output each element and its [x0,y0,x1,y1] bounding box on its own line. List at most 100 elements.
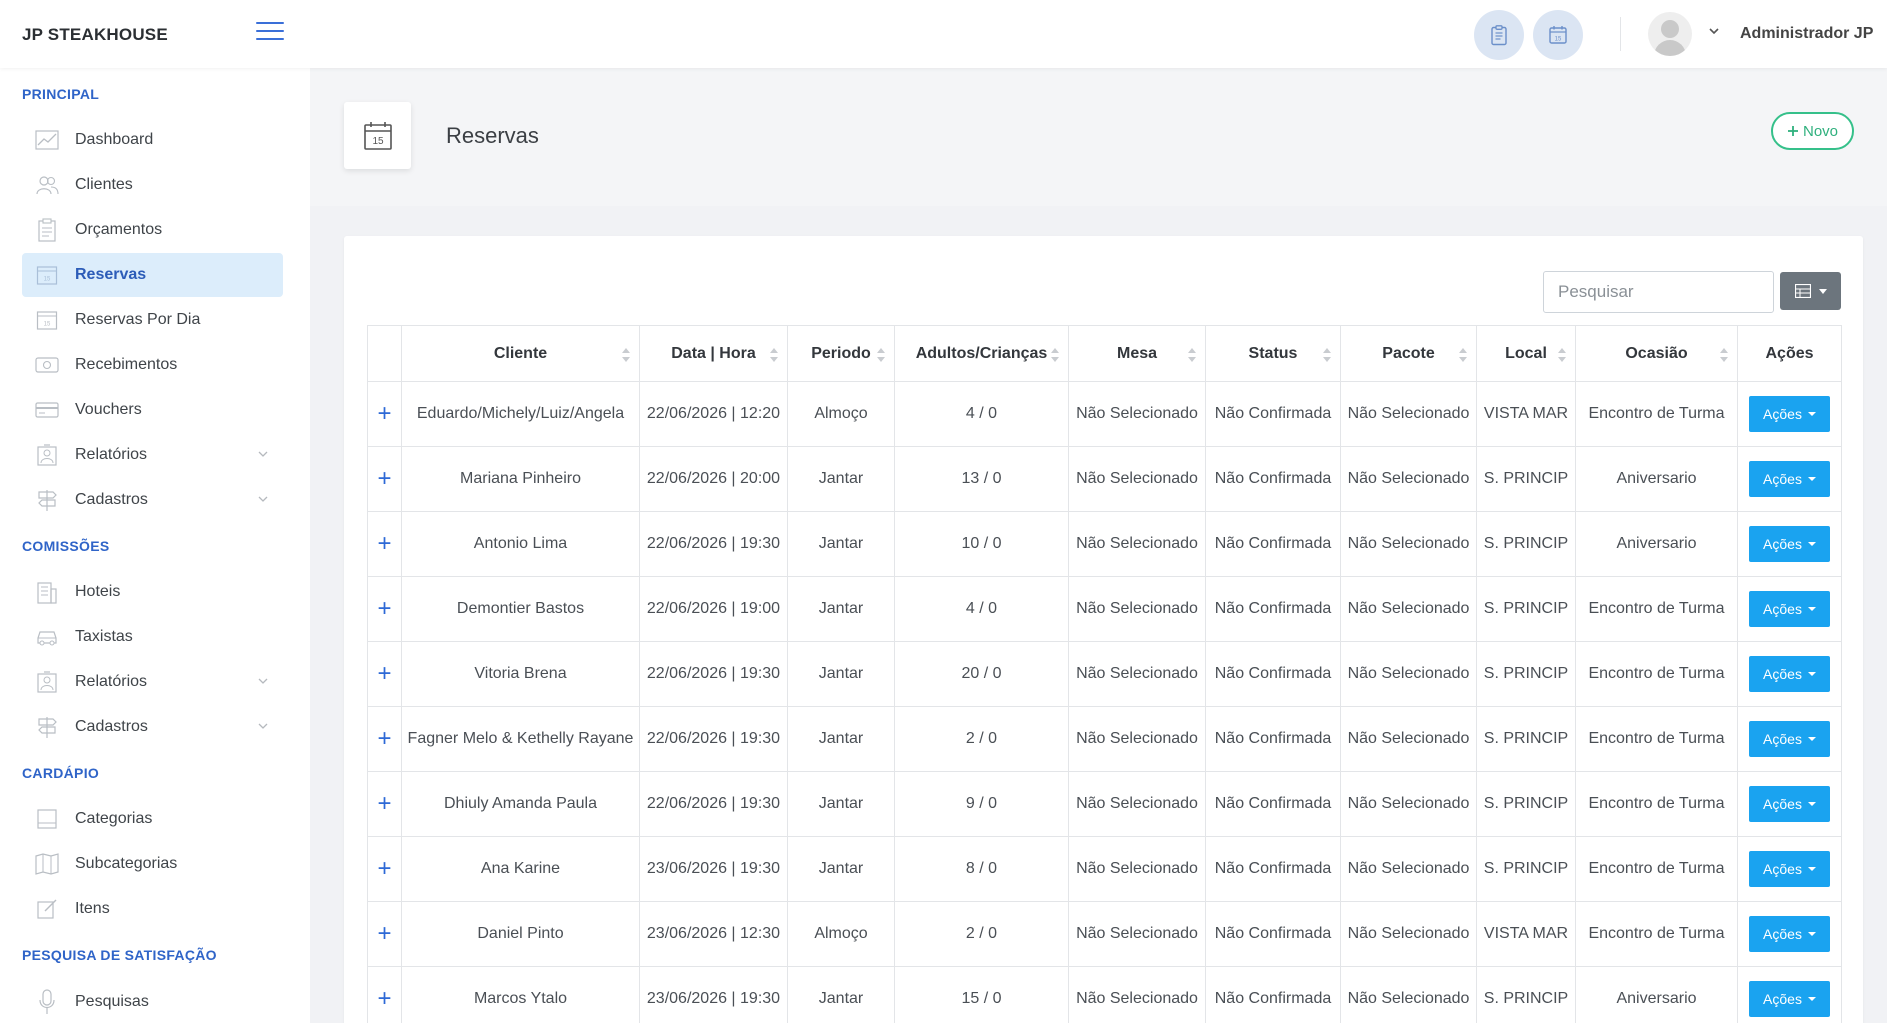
top-bar: JP STEAKHOUSE 15 Administrador JP [0,0,1887,68]
table-row[interactable]: + Mariana Pinheiro 22/06/2026 | 20:00 Janta… [367,446,1842,512]
cell-pacote: Não Selecionado [1340,381,1477,447]
col-pacote[interactable]: Pacote [1340,325,1477,382]
caret-down-icon [1818,288,1827,294]
sidebar-item-vouchers[interactable]: Vouchers [22,388,283,432]
row-actions-button[interactable]: Ações [1749,591,1830,627]
cell-pacote: Não Selecionado [1340,446,1477,512]
cell-mesa: Não Selecionado [1068,511,1206,577]
table-row[interactable]: + Fagner Melo & Kethelly Rayane 22/06/2026… [367,706,1842,772]
col-data-hora[interactable]: Data | Hora [639,325,788,382]
expand-row-icon[interactable]: + [377,985,391,1012]
table-row[interactable]: + Daniel Pinto 23/06/2026 | 12:30 Almoço 2 /… [367,901,1842,967]
cell-acoes: Ações [1737,966,1842,1023]
sidebar-item-reservas[interactable]: 15 Reservas [22,253,283,297]
menu-toggle-icon[interactable] [256,22,284,44]
cell-periodo: Jantar [787,706,895,772]
microphone-icon [34,989,60,1015]
chevron-down-icon[interactable] [1707,24,1721,38]
sidebar-item-cadastros[interactable]: Cadastros [22,478,283,522]
sidebar-item-categorias[interactable]: Categorias [22,797,283,841]
search-input[interactable] [1543,271,1774,313]
sidebar-item-taxistas[interactable]: Taxistas [22,615,283,659]
sidebar-item-itens[interactable]: Itens [22,887,283,931]
cell-local: S. PRINCIP [1476,706,1576,772]
row-actions-button[interactable]: Ações [1749,526,1830,562]
expand-row-icon[interactable]: + [377,530,391,557]
cell-mesa: Não Selecionado [1068,641,1206,707]
row-actions-button[interactable]: Ações [1749,656,1830,692]
sidebar-item-label: Dashboard [75,131,154,148]
avatar[interactable] [1648,12,1692,56]
expand-row-icon[interactable]: + [377,595,391,622]
sidebar-item-dashboard[interactable]: Dashboard [22,118,283,162]
col-status[interactable]: Status [1205,325,1341,382]
sort-icon [770,348,778,362]
row-actions-button[interactable]: Ações [1749,916,1830,952]
svg-text:15: 15 [44,277,51,283]
cell-acoes: Ações [1737,511,1842,577]
sidebar-item-subcategorias[interactable]: Subcategorias [22,842,283,886]
sidebar-item-hoteis[interactable]: Hoteis [22,570,283,614]
sort-icon [877,348,885,362]
chevron-down-icon [258,723,268,729]
cell-mesa: Não Selecionado [1068,381,1206,447]
sidebar-item-pesquisas[interactable]: Pesquisas [22,980,283,1023]
col-mesa[interactable]: Mesa [1068,325,1206,382]
columns-toggle-button[interactable] [1780,272,1841,310]
sort-icon [1188,348,1196,362]
sidebar-item-recebimentos[interactable]: Recebimentos [22,343,283,387]
new-reservation-button[interactable]: Novo [1771,112,1854,150]
table-row[interactable]: + Antonio Lima 22/06/2026 | 19:30 Jantar 10 … [367,511,1842,577]
sidebar-item-relatorios[interactable]: Relatórios [22,433,283,477]
cell-cliente: Fagner Melo & Kethelly Rayane [401,706,640,772]
user-name[interactable]: Administrador JP [1740,25,1873,43]
cell-periodo: Jantar [787,446,895,512]
col-ocasiao[interactable]: Ocasião [1575,325,1738,382]
cell-status: Não Confirmada [1205,966,1341,1023]
expand-row-icon[interactable]: + [377,660,391,687]
cell-status: Não Confirmada [1205,576,1341,642]
row-actions-button[interactable]: Ações [1749,396,1830,432]
expand-row-cell: + [367,381,402,447]
expand-row-icon[interactable]: + [377,790,391,817]
col-local[interactable]: Local [1476,325,1576,382]
sidebar-item-relatorios-comissoes[interactable]: Relatórios [22,660,283,704]
row-actions-button[interactable]: Ações [1749,786,1830,822]
sidebar-item-label: Subcategorias [75,855,178,872]
sidebar-item-cadastros-comissoes[interactable]: Cadastros [22,705,283,749]
col-cliente[interactable]: Cliente [401,325,640,382]
table-row[interactable]: + Eduardo/Michely/Luiz/Angela 22/06/2026 |… [367,381,1842,447]
sidebar-item-orcamentos[interactable]: Orçamentos [22,208,283,252]
col-periodo[interactable]: Periodo [787,325,895,382]
expand-row-icon[interactable]: + [377,725,391,752]
cell-cliente: Mariana Pinheiro [401,446,640,512]
expand-row-icon[interactable]: + [377,400,391,427]
table-row[interactable]: + Demontier Bastos 22/06/2026 | 19:00 Janta… [367,576,1842,642]
reservations-table: Cliente Data | Hora Periodo Adultos/Cria… [367,325,1842,1023]
table-columns-icon [1794,284,1811,298]
sidebar-item-reservas-por-dia[interactable]: 15 Reservas Por Dia [22,298,283,342]
table-row[interactable]: + Dhiuly Amanda Paula 22/06/2026 | 19:30 Ja… [367,771,1842,837]
cell-adultos-criancas: 8 / 0 [894,836,1069,902]
cell-status: Não Confirmada [1205,836,1341,902]
expand-row-icon[interactable]: + [377,855,391,882]
row-actions-button[interactable]: Ações [1749,721,1830,757]
sort-icon [622,348,630,362]
table-row[interactable]: + Vitoria Brena 22/06/2026 | 19:30 Jantar 20… [367,641,1842,707]
row-actions-button[interactable]: Ações [1749,461,1830,497]
col-adultos-criancas[interactable]: Adultos/Crianças [894,325,1069,382]
cell-status: Não Confirmada [1205,706,1341,772]
expand-row-icon[interactable]: + [377,920,391,947]
table-row[interactable]: + Ana Karine 23/06/2026 | 19:30 Jantar 8 / 0… [367,836,1842,902]
row-actions-button[interactable]: Ações [1749,981,1830,1017]
expand-row-icon[interactable]: + [377,465,391,492]
table-row[interactable]: + Marcos Ytalo 23/06/2026 | 19:30 Jantar 15 … [367,966,1842,1023]
cell-data-hora: 22/06/2026 | 19:00 [639,576,788,642]
caret-down-icon [1807,672,1816,676]
budgets-shortcut-button[interactable] [1474,10,1524,60]
sidebar-item-clientes[interactable]: Clientes [22,163,283,207]
row-actions-button[interactable]: Ações [1749,851,1830,887]
reservations-shortcut-button[interactable]: 15 [1533,10,1583,60]
clipboard-icon [34,217,60,243]
cell-periodo: Jantar [787,576,895,642]
